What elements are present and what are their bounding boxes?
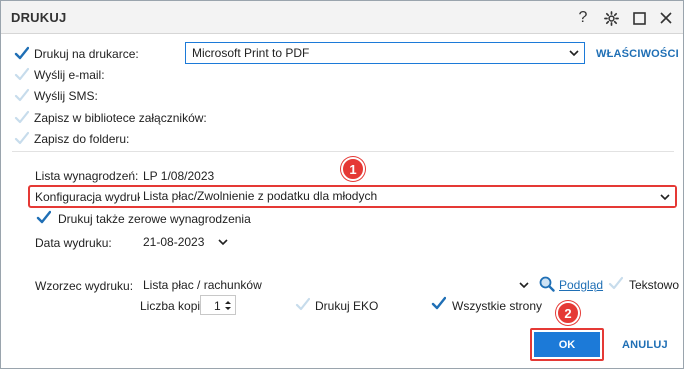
payroll-value: LP 1/08/2023 bbox=[143, 169, 215, 183]
template-label: Wzorzec wydruku: bbox=[35, 279, 134, 293]
divider bbox=[12, 151, 674, 152]
annotation-badge-1: 1 bbox=[341, 157, 365, 181]
send-sms-checkbox[interactable] bbox=[14, 88, 29, 103]
printer-select[interactable]: Microsoft Print to PDF bbox=[185, 42, 585, 64]
print-printer-label: Drukuj na drukarce: bbox=[34, 47, 139, 61]
preview-icon[interactable] bbox=[539, 276, 555, 292]
print-date-label: Data wydruku: bbox=[35, 236, 112, 250]
cancel-button[interactable]: ANULUJ bbox=[622, 339, 668, 351]
print-dialog: DRUKUJ ? Drukuj na drukarce: Wyślij e-ma… bbox=[0, 0, 684, 369]
chevron-down-icon bbox=[218, 239, 228, 246]
maximize-icon[interactable] bbox=[628, 7, 650, 29]
send-sms-label: Wyślij SMS: bbox=[34, 89, 98, 103]
close-icon[interactable] bbox=[655, 7, 677, 29]
save-folder-label: Zapisz do folderu: bbox=[34, 132, 130, 146]
all-pages-label: Wszystkie strony bbox=[452, 299, 543, 313]
save-library-checkbox[interactable] bbox=[14, 110, 29, 125]
copies-stepper[interactable]: 1 bbox=[200, 295, 236, 315]
help-icon[interactable]: ? bbox=[572, 7, 594, 29]
eko-checkbox[interactable] bbox=[295, 297, 310, 312]
dialog-title: DRUKUJ bbox=[11, 10, 67, 25]
all-pages-checkbox[interactable] bbox=[431, 296, 446, 311]
copies-label: Liczba kopii: bbox=[140, 299, 207, 313]
zero-salaries-label: Drukuj także zerowe wynagrodzenia bbox=[58, 212, 251, 226]
text-mode-label: Tekstowo bbox=[629, 278, 680, 292]
config-value: Lista płac/Zwolnienie z podatku dla młod… bbox=[143, 189, 378, 203]
chevron-down-icon bbox=[660, 194, 670, 201]
print-printer-checkbox[interactable] bbox=[14, 46, 29, 61]
template-value: Lista płac / rachunków bbox=[143, 278, 262, 292]
text-mode-checkbox[interactable] bbox=[608, 276, 623, 291]
config-label: Konfiguracja wydruku: bbox=[35, 190, 154, 204]
printer-value: Microsoft Print to PDF bbox=[192, 46, 310, 60]
spin-arrows-icon[interactable] bbox=[224, 299, 232, 312]
zero-salaries-checkbox[interactable] bbox=[36, 210, 51, 225]
print-date-picker[interactable]: 21-08-2023 bbox=[140, 232, 233, 252]
gear-icon[interactable] bbox=[600, 7, 622, 29]
chevron-down-icon bbox=[569, 50, 579, 57]
preview-link[interactable]: Podgląd bbox=[559, 278, 603, 292]
ok-button[interactable]: OK bbox=[534, 332, 600, 357]
title-bar: DRUKUJ ? bbox=[1, 1, 683, 34]
config-select[interactable]: Lista płac/Zwolnienie z podatku dla młod… bbox=[140, 187, 675, 206]
send-email-checkbox[interactable] bbox=[14, 67, 29, 82]
chevron-down-icon bbox=[519, 282, 529, 289]
send-email-label: Wyślij e-mail: bbox=[34, 68, 105, 82]
eko-label: Drukuj EKO bbox=[315, 299, 379, 313]
copies-value: 1 bbox=[214, 299, 221, 313]
print-date-value: 21-08-2023 bbox=[143, 235, 205, 249]
save-folder-checkbox[interactable] bbox=[14, 131, 29, 146]
annotation-badge-2: 2 bbox=[556, 301, 580, 325]
payroll-label: Lista wynagrodzeń: bbox=[35, 169, 139, 183]
printer-properties-link[interactable]: WŁAŚCIWOŚCI bbox=[596, 48, 679, 60]
save-library-label: Zapisz w bibliotece załączników: bbox=[34, 111, 207, 125]
template-select[interactable]: Lista płac / rachunków bbox=[140, 275, 534, 295]
